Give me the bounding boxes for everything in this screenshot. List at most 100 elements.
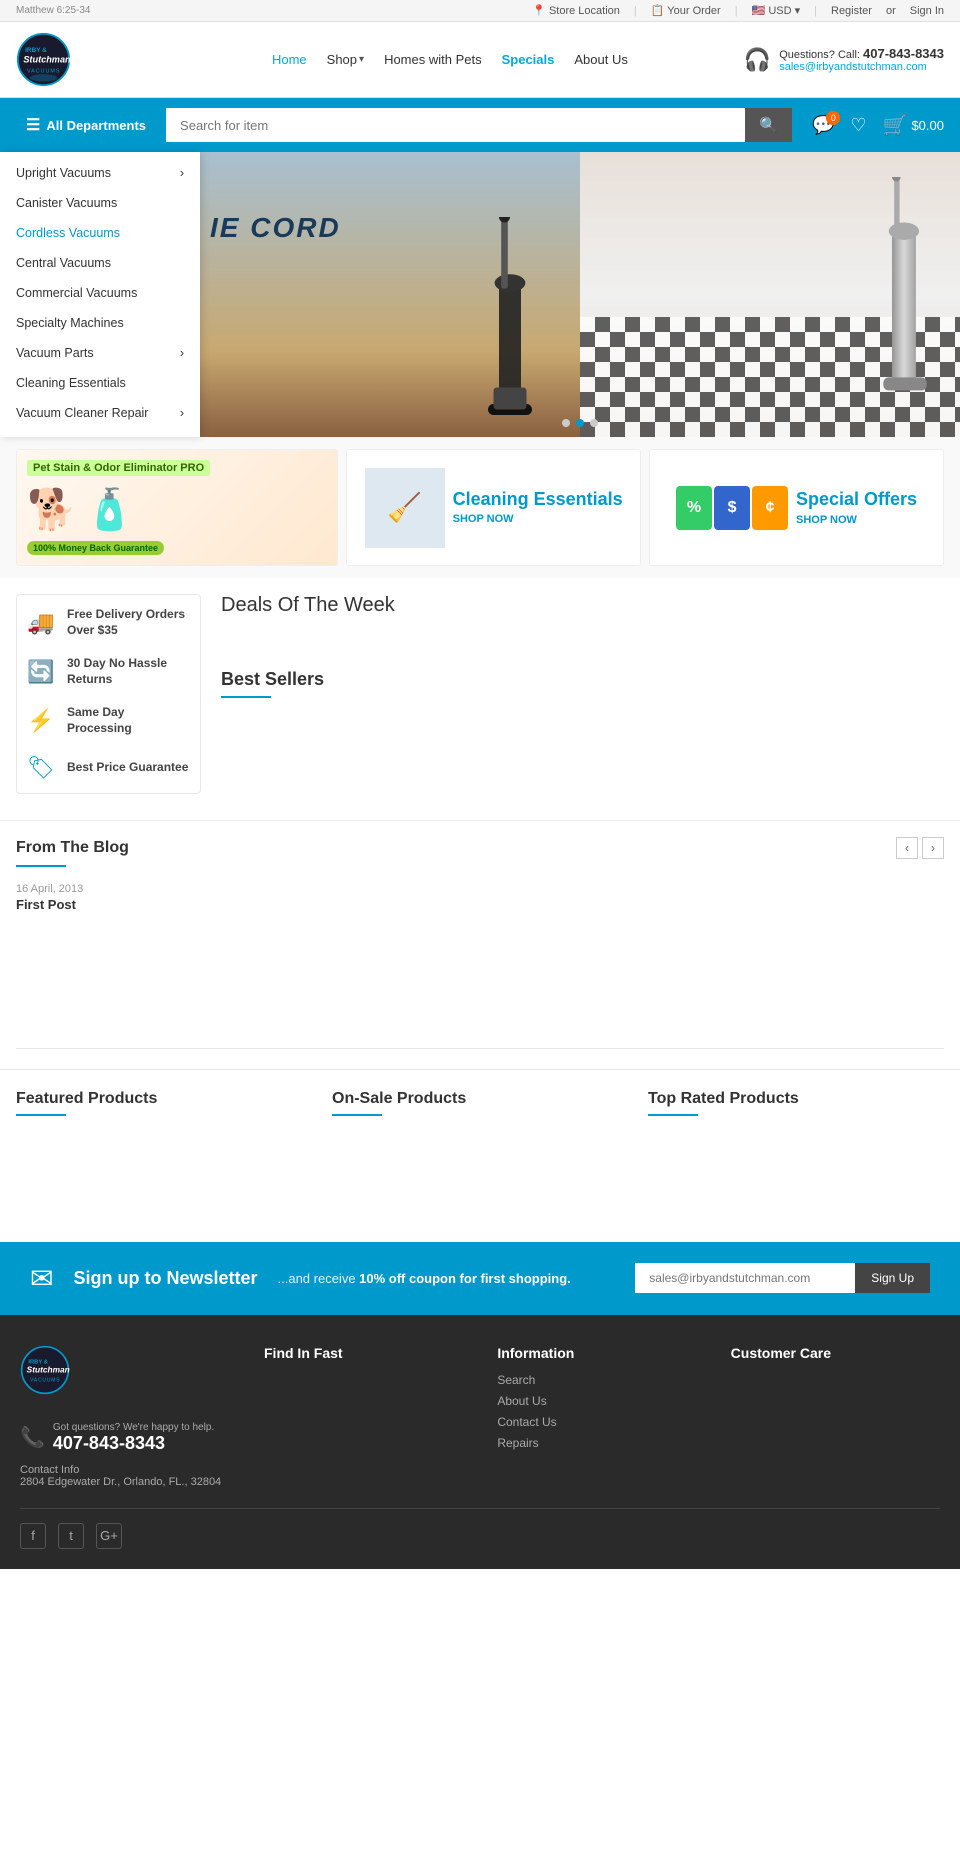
- nav-about-us[interactable]: About Us: [574, 52, 627, 67]
- chat-badge: 0: [826, 111, 840, 125]
- nav-specials[interactable]: Specials: [502, 52, 555, 67]
- promo-special-banner[interactable]: % $ ¢ Special Offers SHOP NOW: [649, 449, 944, 566]
- newsletter-email-input[interactable]: [635, 1263, 855, 1293]
- hero-dots: [562, 419, 598, 427]
- logo-area[interactable]: IRBY & Stutchman VACUUMS: [16, 32, 156, 87]
- all-departments-button[interactable]: ☰ All Departments: [16, 109, 156, 141]
- footer: IRBY & Stutchman VACUUMS 📞 Got questions…: [0, 1315, 960, 1569]
- sign-in-link[interactable]: Sign In: [910, 5, 944, 17]
- header: IRBY & Stutchman VACUUMS Home Shop ▾ Hom…: [0, 22, 960, 98]
- newsletter-form: Sign Up: [635, 1263, 930, 1293]
- deals-title: Deals Of The Week: [221, 594, 944, 617]
- footer-link-about[interactable]: About Us: [497, 1394, 706, 1408]
- top-rated-col: Top Rated Products: [648, 1090, 944, 1192]
- svg-text:IRBY &: IRBY &: [25, 47, 47, 54]
- blog-prev-button[interactable]: ‹: [896, 837, 918, 859]
- top-bar-right: 📍 Store Location | 📋 Your Order | 🇺🇸 USD…: [532, 4, 944, 17]
- dropdown-commercial-vacuums[interactable]: Commercial Vacuums: [0, 278, 200, 308]
- hero-image-area: IE CORD: [200, 152, 960, 437]
- on-sale-placeholder: [332, 1132, 628, 1192]
- promo-dog-icon: 🐕: [27, 486, 77, 533]
- newsletter-signup-button[interactable]: Sign Up: [855, 1263, 930, 1293]
- nav-shop[interactable]: Shop ▾: [327, 52, 364, 67]
- featured-underline: [16, 1114, 66, 1116]
- social-twitter[interactable]: t: [58, 1523, 84, 1549]
- hero-dot-1[interactable]: [562, 419, 570, 427]
- blog-post-title[interactable]: First Post: [16, 897, 944, 912]
- featured-products-col: Featured Products: [16, 1090, 312, 1192]
- promo-cleaning-banner[interactable]: 🧹 Cleaning Essentials SHOP NOW: [346, 449, 641, 566]
- promo-pet-banner[interactable]: Pet Stain & Odor Eliminator PRO 🐕 🧴 100%…: [16, 449, 338, 566]
- store-location-link[interactable]: 📍 Store Location: [532, 4, 620, 17]
- blog-next-button[interactable]: ›: [922, 837, 944, 859]
- hero-vacuum-right-svg: [860, 177, 950, 437]
- tag-green: %: [676, 486, 712, 530]
- deals-placeholder: [221, 629, 944, 669]
- special-tags: % $ ¢: [676, 486, 788, 530]
- main-navigation: Home Shop ▾ Homes with Pets Specials Abo…: [156, 52, 744, 67]
- currency-selector[interactable]: 🇺🇸 USD ▾: [752, 4, 801, 17]
- featured-grid: Featured Products On-Sale Products Top R…: [16, 1090, 944, 1192]
- blog-header: From The Blog ‹ ›: [16, 837, 944, 859]
- hero-dot-3[interactable]: [590, 419, 598, 427]
- shop-chevron: ▾: [359, 54, 364, 65]
- cart-amount: $0.00: [911, 118, 944, 133]
- footer-customer-care: Customer Care: [731, 1345, 940, 1488]
- footer-phone-icon: 📞: [20, 1425, 45, 1450]
- cart-button[interactable]: 🛒 $0.00: [883, 113, 944, 138]
- search-input[interactable]: [166, 108, 745, 142]
- footer-bottom: f t G+: [20, 1508, 940, 1549]
- dropdown-central-vacuums[interactable]: Central Vacuums: [0, 248, 200, 278]
- hero-vacuum-left-svg: [460, 217, 560, 437]
- benefit-returns: 🔄 30 Day No Hassle Returns: [25, 656, 192, 687]
- dropdown-cordless-vacuums[interactable]: Cordless Vacuums: [0, 218, 200, 248]
- on-sale-underline: [332, 1114, 382, 1116]
- register-link[interactable]: Register: [831, 5, 872, 17]
- svg-text:VACUUMS: VACUUMS: [30, 1377, 60, 1383]
- footer-link-search[interactable]: Search: [497, 1373, 706, 1387]
- featured-products-title: Featured Products: [16, 1090, 312, 1108]
- dropdown-cleaning-essentials[interactable]: Cleaning Essentials: [0, 368, 200, 398]
- dropdown-vacuum-parts[interactable]: Vacuum Parts›: [0, 338, 200, 368]
- dropdown-menu: Upright Vacuums› Canister Vacuums Cordle…: [0, 152, 200, 437]
- hero-right-panel: [580, 152, 960, 437]
- benefit-delivery-text: Free Delivery Orders Over $35: [67, 607, 192, 638]
- hero-title: IE CORD: [210, 212, 341, 244]
- nav-home[interactable]: Home: [272, 52, 307, 67]
- footer-grid: IRBY & Stutchman VACUUMS 📞 Got questions…: [20, 1345, 940, 1488]
- blog-title: From The Blog: [16, 839, 129, 857]
- headphone-icon: 🎧: [744, 47, 771, 73]
- special-text: Special Offers SHOP NOW: [796, 489, 917, 526]
- cleaning-text: Cleaning Essentials SHOP NOW: [453, 490, 623, 526]
- header-icons: 💬 0 ♡ 🛒 $0.00: [812, 113, 944, 138]
- benefit-best-price: 🏷 Best Price Guarantee: [25, 755, 192, 781]
- footer-link-repairs[interactable]: Repairs: [497, 1436, 706, 1450]
- social-google-plus[interactable]: G+: [96, 1523, 122, 1549]
- top-rated-title: Top Rated Products: [648, 1090, 944, 1108]
- hero-dot-2[interactable]: [576, 419, 584, 427]
- dropdown-canister-vacuums[interactable]: Canister Vacuums: [0, 188, 200, 218]
- header-contact: 🎧 Questions? Call: 407-843-8343 sales@ir…: [744, 46, 944, 73]
- cleaning-shop-now-link[interactable]: SHOP NOW: [453, 513, 623, 525]
- footer-link-contact[interactable]: Contact Us: [497, 1415, 706, 1429]
- special-shop-now-link[interactable]: SHOP NOW: [796, 514, 917, 526]
- dropdown-vacuum-repair[interactable]: Vacuum Cleaner Repair›: [0, 398, 200, 428]
- your-order-link[interactable]: 📋 Your Order: [651, 4, 721, 17]
- featured-section: Featured Products On-Sale Products Top R…: [0, 1069, 960, 1212]
- social-facebook[interactable]: f: [20, 1523, 46, 1549]
- blog-post-1: 16 April, 2013 First Post: [16, 883, 944, 912]
- search-button[interactable]: 🔍: [745, 108, 792, 142]
- dropdown-specialty-machines[interactable]: Specialty Machines: [0, 308, 200, 338]
- newsletter-icon: ✉: [30, 1262, 53, 1295]
- hero-section: Upright Vacuums› Canister Vacuums Cordle…: [0, 152, 960, 437]
- top-rated-placeholder: [648, 1132, 944, 1192]
- nav-homes-with-pets[interactable]: Homes with Pets: [384, 52, 482, 67]
- chat-button[interactable]: 💬 0: [812, 115, 834, 136]
- promo-pet-label: Pet Stain & Odor Eliminator PRO: [27, 460, 210, 476]
- contact-label: Questions? Call:: [779, 49, 860, 61]
- wishlist-button[interactable]: ♡: [850, 115, 866, 136]
- footer-address: 2804 Edgewater Dr., Orlando, FL., 32804: [20, 1476, 240, 1488]
- footer-phone-number: 407-843-8343: [53, 1433, 214, 1454]
- dropdown-upright-vacuums[interactable]: Upright Vacuums›: [0, 158, 200, 188]
- section-divider-1: [16, 1048, 944, 1049]
